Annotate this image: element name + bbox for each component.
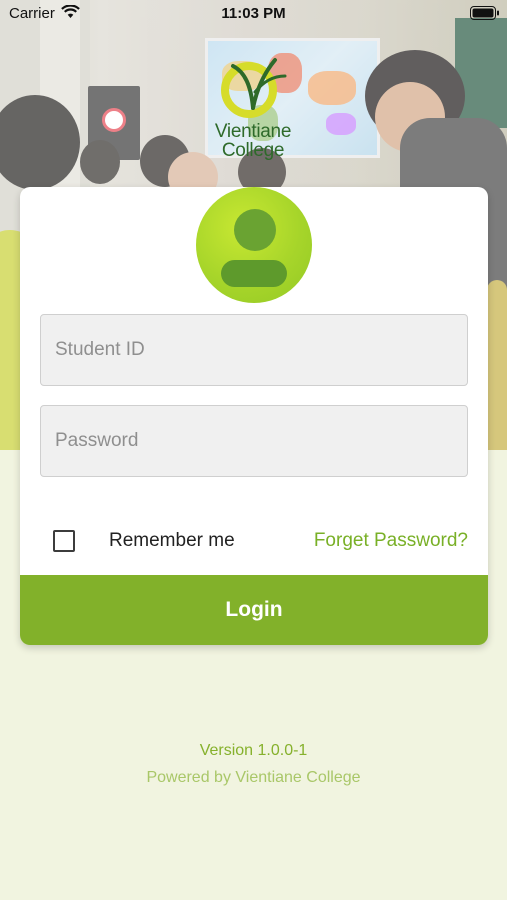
remember-me-label[interactable]: Remember me	[109, 530, 235, 552]
status-bar: Carrier 11:03 PM	[0, 0, 507, 30]
remember-me-checkbox[interactable]	[53, 530, 75, 552]
forgot-password-link[interactable]: Forget Password?	[314, 530, 468, 552]
app-version: Version 1.0.0-1	[199, 742, 308, 759]
battery-icon	[470, 6, 499, 20]
login-button[interactable]: Login	[20, 575, 488, 645]
status-time: 11:03 PM	[221, 5, 286, 22]
user-avatar-icon	[196, 187, 312, 303]
powered-by-text: Powered by Vientiane College	[146, 769, 361, 786]
student-id-input[interactable]	[40, 314, 468, 386]
college-logo: Vientiane College	[205, 52, 301, 170]
login-card: Remember me Forget Password? Login	[20, 187, 488, 645]
logo-text-line1: Vientiane	[214, 121, 292, 142]
remember-row: Remember me Forget Password?	[20, 527, 488, 557]
logo-text-line2: College	[221, 140, 285, 161]
logo-mark-icon	[221, 58, 287, 118]
password-input[interactable]	[40, 405, 468, 477]
